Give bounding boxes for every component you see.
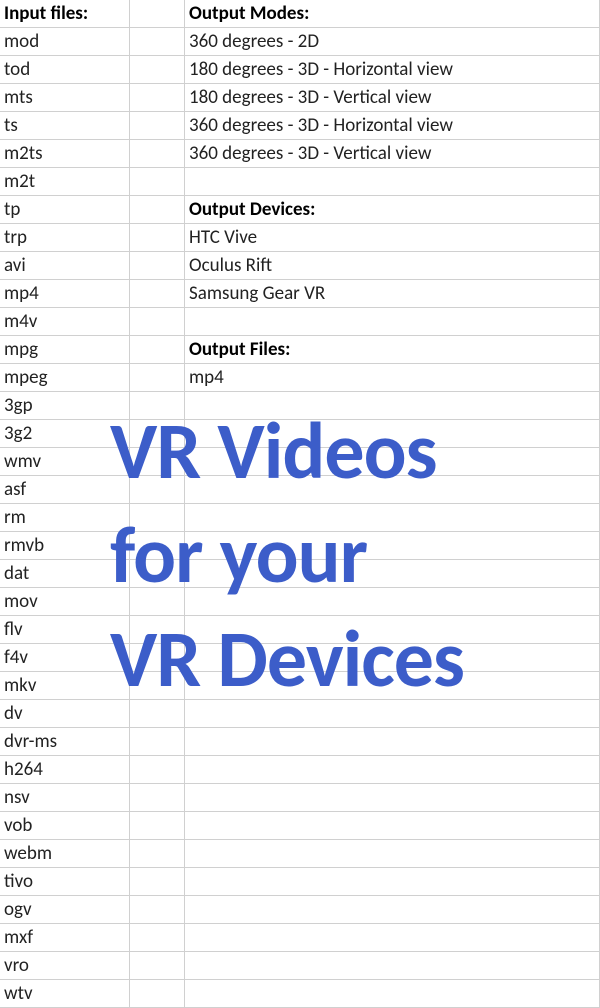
empty-cell (130, 364, 185, 392)
input-file-cell: mts (0, 84, 130, 112)
empty-cell (130, 784, 185, 812)
output-mode-cell: 360 degrees - 3D - Horizontal view (185, 112, 600, 140)
empty-cell (185, 840, 600, 868)
output-mode-cell: 180 degrees - 3D - Vertical view (185, 84, 600, 112)
empty-cell (130, 336, 185, 364)
overlay-line-1: VR Videos (110, 400, 464, 504)
input-file-cell: m2t (0, 168, 130, 196)
output-mode-cell: 360 degrees - 2D (185, 28, 600, 56)
overlay-line-2: for your (110, 504, 464, 608)
empty-cell (185, 952, 600, 980)
output-device-cell: Oculus Rift (185, 252, 600, 280)
input-file-cell: vro (0, 952, 130, 980)
empty-cell (130, 728, 185, 756)
empty-cell (130, 308, 185, 336)
input-file-cell: mxf (0, 924, 130, 952)
empty-cell (130, 28, 185, 56)
empty-cell (130, 980, 185, 1008)
overlay-title: VR Videos for your VR Devices (110, 400, 464, 712)
empty-cell (185, 784, 600, 812)
header-output-modes: Output Modes: (185, 0, 600, 28)
empty-cell (130, 168, 185, 196)
empty-cell (185, 868, 600, 896)
output-device-cell: Samsung Gear VR (185, 280, 600, 308)
input-file-cell: nsv (0, 784, 130, 812)
empty-cell (130, 840, 185, 868)
empty-cell (130, 0, 185, 28)
empty-cell (185, 924, 600, 952)
input-file-cell: vob (0, 812, 130, 840)
empty-cell (185, 896, 600, 924)
input-file-cell: dvr-ms (0, 728, 130, 756)
empty-cell (130, 224, 185, 252)
input-file-cell: ogv (0, 896, 130, 924)
input-file-cell: mpg (0, 336, 130, 364)
empty-cell (130, 280, 185, 308)
input-file-cell: mp4 (0, 280, 130, 308)
empty-cell (130, 112, 185, 140)
input-file-cell: trp (0, 224, 130, 252)
empty-cell (185, 728, 600, 756)
header-output-files: Output Files: (185, 336, 600, 364)
empty-cell (130, 924, 185, 952)
empty-cell (130, 756, 185, 784)
input-file-cell: avi (0, 252, 130, 280)
empty-cell (185, 756, 600, 784)
empty-cell (130, 84, 185, 112)
input-file-cell: mod (0, 28, 130, 56)
empty-cell (130, 812, 185, 840)
empty-cell (185, 980, 600, 1008)
input-file-cell: tivo (0, 868, 130, 896)
empty-cell (130, 896, 185, 924)
empty-cell (185, 168, 600, 196)
input-file-cell: ts (0, 112, 130, 140)
output-device-cell: HTC Vive (185, 224, 600, 252)
input-file-cell: m2ts (0, 140, 130, 168)
empty-cell (185, 308, 600, 336)
output-mode-cell: 180 degrees - 3D - Horizontal view (185, 56, 600, 84)
empty-cell (185, 812, 600, 840)
empty-cell (130, 56, 185, 84)
input-file-cell: tod (0, 56, 130, 84)
input-file-cell: wtv (0, 980, 130, 1008)
header-output-devices: Output Devices: (185, 196, 600, 224)
input-file-cell: webm (0, 840, 130, 868)
overlay-line-3: VR Devices (110, 608, 464, 712)
input-file-cell: mpeg (0, 364, 130, 392)
empty-cell (130, 252, 185, 280)
empty-cell (130, 140, 185, 168)
output-file-cell: mp4 (185, 364, 600, 392)
input-file-cell: h264 (0, 756, 130, 784)
empty-cell (130, 868, 185, 896)
header-input-files: Input files: (0, 0, 130, 28)
input-file-cell: tp (0, 196, 130, 224)
empty-cell (130, 196, 185, 224)
empty-cell (130, 952, 185, 980)
output-mode-cell: 360 degrees - 3D - Vertical view (185, 140, 600, 168)
input-file-cell: m4v (0, 308, 130, 336)
